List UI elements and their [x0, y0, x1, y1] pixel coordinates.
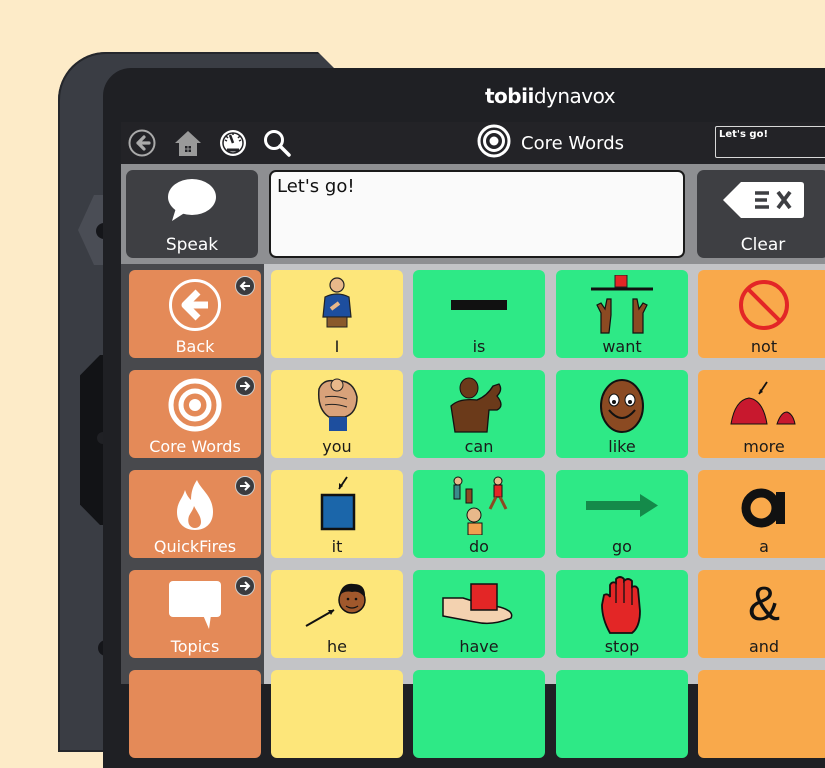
word-cell-and[interactable]: & and: [698, 570, 825, 658]
nav-label: Topics: [170, 637, 220, 656]
nav-label: Core Words: [149, 437, 241, 456]
finger-pointing-icon: [271, 374, 403, 436]
home-icon[interactable]: [173, 128, 203, 158]
clear-backspace-icon: [721, 180, 805, 224]
clear-button[interactable]: Clear: [697, 170, 825, 258]
word-cell-more[interactable]: more: [698, 370, 825, 458]
word-cell-partial[interactable]: [271, 670, 403, 758]
nav-button-back[interactable]: Back: [129, 270, 261, 358]
word-label: a: [759, 537, 769, 556]
word-cell-you[interactable]: you: [271, 370, 403, 458]
search-icon[interactable]: [262, 128, 292, 158]
smiling-face-icon: [556, 374, 688, 436]
message-preview: Let's go!: [715, 126, 825, 158]
dashboard-icon[interactable]: [218, 128, 248, 158]
pile-of-berries-icon: [698, 374, 825, 436]
word-label: like: [608, 437, 636, 456]
screen: Core Words Let's go! Speak Let's go! Cle…: [121, 122, 825, 758]
word-cell-partial[interactable]: [698, 670, 825, 758]
word-cell-have[interactable]: have: [413, 570, 545, 658]
hand-holding-square-icon: [413, 574, 545, 636]
page-title: Core Words: [521, 132, 625, 154]
nav-button-quickfires[interactable]: QuickFires: [129, 470, 261, 558]
word-label: and: [748, 637, 780, 656]
word-cell-like[interactable]: like: [556, 370, 688, 458]
nav-label: Back: [175, 337, 215, 356]
word-cell-it[interactable]: it: [271, 470, 403, 558]
speech-bubble-icon: [166, 178, 218, 226]
person-pointing-self-icon: [271, 274, 403, 336]
speak-label: Speak: [165, 235, 219, 255]
word-label: can: [464, 437, 494, 456]
clear-label: Clear: [740, 235, 786, 255]
word-cell-partial[interactable]: [413, 670, 545, 758]
hands-reaching-icon: [556, 274, 688, 336]
word-cell-he[interactable]: he: [271, 570, 403, 658]
back-circle-icon[interactable]: [127, 128, 157, 158]
arrow-left-icon: [235, 276, 255, 296]
nav-button-core-words[interactable]: Core Words: [129, 370, 261, 458]
arrow-right-icon: [235, 376, 255, 396]
prohibited-icon: [698, 274, 825, 336]
top-bar: Core Words Let's go!: [121, 122, 825, 164]
word-cell-can[interactable]: can: [413, 370, 545, 458]
black-bar-icon: [413, 274, 545, 336]
word-cell-a[interactable]: a: [698, 470, 825, 558]
word-label: have: [459, 637, 499, 656]
nav-button-partial[interactable]: [129, 670, 261, 758]
ampersand-icon: &: [698, 574, 825, 636]
speak-button[interactable]: Speak: [126, 170, 258, 258]
word-cell-is[interactable]: is: [413, 270, 545, 358]
word-label: do: [469, 537, 489, 556]
word-cell-not[interactable]: not: [698, 270, 825, 358]
word-cell-want[interactable]: want: [556, 270, 688, 358]
brand-logo-bold: tobii: [485, 84, 534, 108]
word-label: he: [327, 637, 347, 656]
word-label: you: [322, 437, 352, 456]
arrow-right-icon: [556, 474, 688, 536]
word-cell-go[interactable]: go: [556, 470, 688, 558]
word-label: stop: [604, 637, 640, 656]
word-label: I: [334, 337, 340, 356]
word-label: want: [602, 337, 642, 356]
word-cell-i[interactable]: I: [271, 270, 403, 358]
word-label: it: [331, 537, 343, 556]
boy-face-arrow-icon: [271, 574, 403, 636]
arrow-right-icon: [235, 576, 255, 596]
word-label: is: [472, 337, 486, 356]
brand-logo: tobiidynavox: [485, 84, 616, 108]
ampersand-glyph: &: [747, 578, 780, 631]
word-label: more: [743, 437, 785, 456]
people-activities-icon: [413, 474, 545, 536]
word-label: go: [612, 537, 632, 556]
word-cell-partial[interactable]: [556, 670, 688, 758]
word-label: not: [750, 337, 778, 356]
nav-button-topics[interactable]: Topics: [129, 570, 261, 658]
word-cell-stop[interactable]: stop: [556, 570, 688, 658]
red-hand-icon: [556, 574, 688, 636]
message-bar: Speak Let's go! Clear: [121, 164, 825, 264]
arrow-right-icon: [235, 476, 255, 496]
word-cell-do[interactable]: do: [413, 470, 545, 558]
letter-a-icon: [698, 474, 825, 536]
nav-label: QuickFires: [153, 537, 237, 556]
target-icon: [477, 124, 511, 162]
brand-logo-rest: dynavox: [533, 84, 616, 108]
flexing-arm-icon: [413, 374, 545, 436]
page-title-area: Core Words: [477, 124, 625, 162]
message-window[interactable]: Let's go!: [269, 170, 685, 258]
blue-square-arrow-icon: [271, 474, 403, 536]
